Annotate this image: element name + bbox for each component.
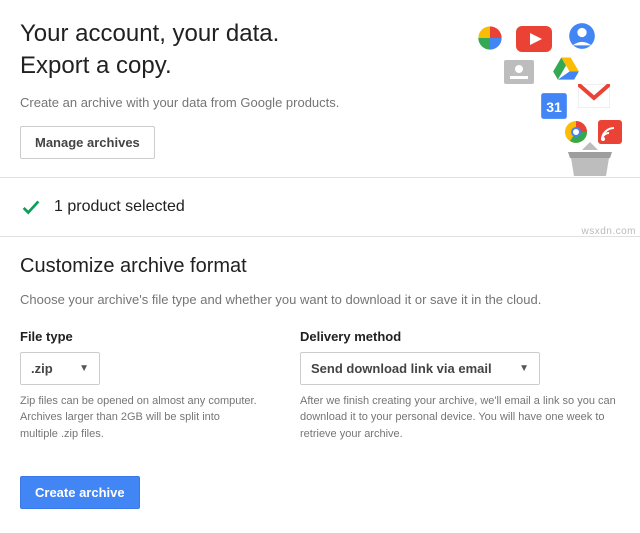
- delivery-help: After we finish creating your archive, w…: [300, 393, 620, 443]
- delivery-select[interactable]: Send download link via email ▼: [300, 352, 540, 385]
- manage-archives-button[interactable]: Manage archives: [20, 126, 155, 159]
- customize-subtitle: Choose your archive's file type and whet…: [20, 292, 620, 307]
- create-archive-button[interactable]: Create archive: [20, 476, 140, 509]
- box-icon: [568, 142, 612, 178]
- form-row: File type .zip ▼ Zip files can be opened…: [20, 329, 620, 443]
- check-icon: [20, 196, 42, 218]
- action-section: Create archive: [0, 460, 640, 533]
- watermark-text: wsxdn.com: [581, 226, 636, 237]
- selection-row: 1 product selected: [20, 196, 620, 218]
- delivery-column: Delivery method Send download link via e…: [300, 329, 620, 443]
- customize-heading: Customize archive format: [20, 255, 620, 278]
- page-subtitle: Create an archive with your data from Go…: [20, 95, 620, 110]
- hero-section: 31 Your account, your data. Export a cop…: [0, 0, 640, 178]
- file-type-select[interactable]: .zip ▼: [20, 352, 100, 385]
- selection-section: 1 product selected: [0, 178, 640, 237]
- file-type-help: Zip files can be opened on almost any co…: [20, 393, 260, 443]
- chevron-down-icon: ▼: [79, 363, 89, 374]
- chrome-icon: [564, 120, 588, 144]
- cast-icon: [598, 120, 622, 144]
- page-title: Your account, your data. Export a copy.: [20, 18, 620, 83]
- delivery-label: Delivery method: [300, 329, 620, 344]
- file-type-label: File type: [20, 329, 260, 344]
- selection-count-text: 1 product selected: [54, 198, 185, 216]
- page-title-line1: Your account, your data.: [20, 20, 279, 47]
- page-title-line2: Export a copy.: [20, 52, 172, 79]
- chevron-down-icon: ▼: [519, 363, 529, 374]
- file-type-column: File type .zip ▼ Zip files can be opened…: [20, 329, 260, 443]
- customize-section: Customize archive format Choose your arc…: [0, 237, 640, 461]
- file-type-value: .zip: [31, 361, 53, 376]
- delivery-value: Send download link via email: [311, 361, 492, 376]
